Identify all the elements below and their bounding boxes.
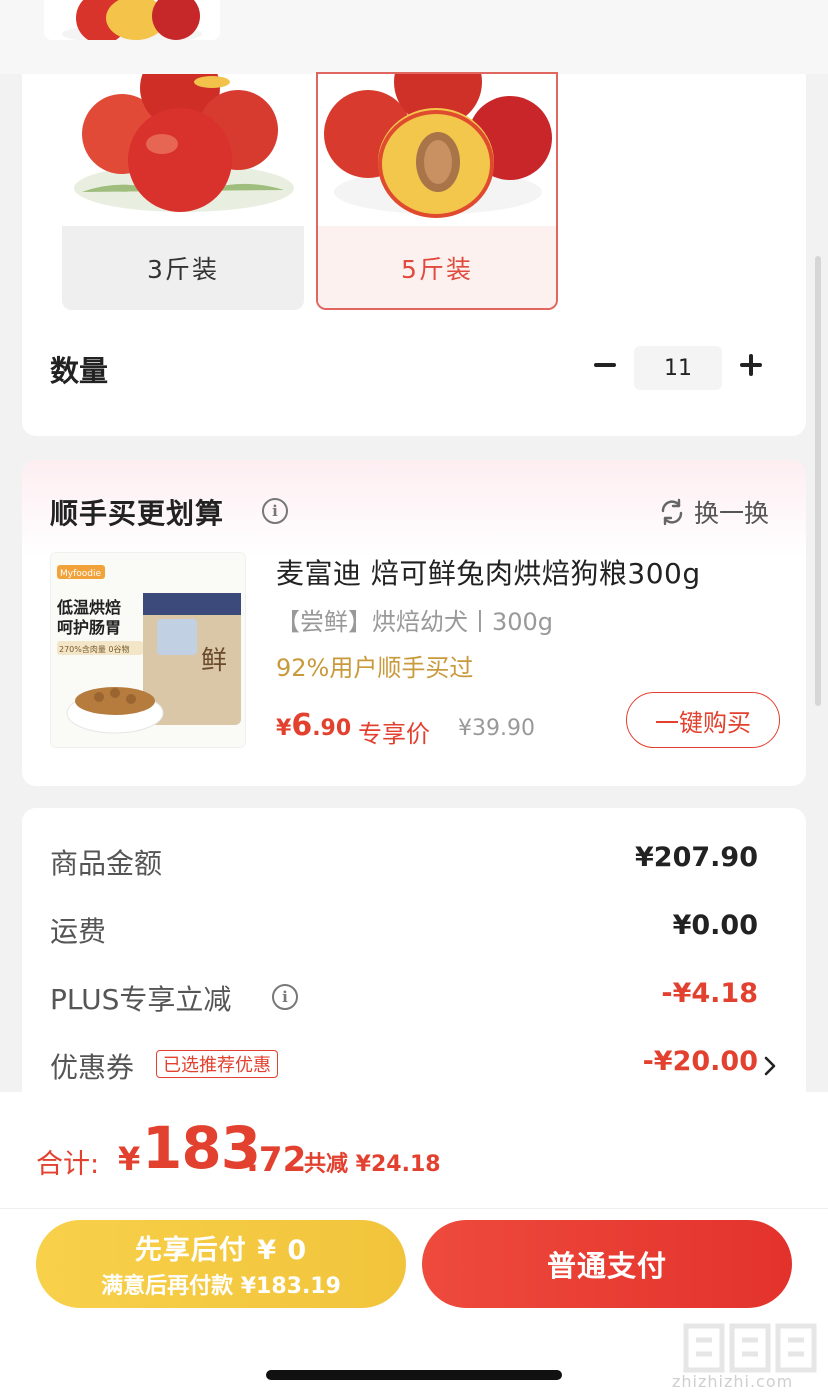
price-dec: .90	[312, 716, 352, 741]
addon-price: ¥6.90	[276, 708, 351, 743]
home-indicator	[266, 1370, 562, 1380]
product-thumbnail[interactable]	[44, 0, 220, 40]
scrollbar[interactable]	[815, 256, 821, 706]
dog-food-image[interactable]: 鲜 低温烘焙 呵护肠胃 270%含肉量 0谷物 Myfoodie	[50, 552, 246, 748]
summary-label: PLUS专享立减	[50, 983, 232, 1016]
image-line1: 低温烘焙	[56, 598, 121, 617]
info-icon[interactable]: i	[272, 984, 298, 1010]
pay-later-subtitle: 满意后再付款 ¥183.19	[101, 1274, 341, 1299]
image-badge: 270%含肉量 0谷物	[59, 644, 130, 654]
addon-title: 顺手买更划算	[50, 497, 225, 530]
image-line2: 呵护肠胃	[57, 618, 121, 637]
chevron-right-icon[interactable]	[762, 1052, 778, 1080]
swap-label: 换一换	[694, 499, 770, 528]
summary-value: ¥0.00	[672, 910, 758, 941]
summary-label: 运费	[50, 915, 107, 948]
price-int: 6	[291, 708, 313, 743]
divider	[0, 1208, 828, 1209]
top-bar	[0, 0, 828, 74]
nectarine-half-image	[318, 74, 556, 226]
summary-label: 商品金额	[50, 847, 163, 880]
addon-product-name[interactable]: 麦富迪 焙可鲜兔肉烘焙狗粮300g	[276, 552, 701, 592]
addon-card: 顺手买更划算 i 换一换 鲜 低温烘焙 呵护肠胃 270%含肉量 0谷物 Myf…	[22, 460, 806, 786]
total-dec: .72	[246, 1140, 307, 1180]
order-summary-card: 商品金额 ¥207.90 运费 ¥0.00 PLUS专享立减 i -¥4.18 …	[22, 808, 806, 1128]
total-savings: 共减 ¥24.18	[304, 1152, 441, 1177]
summary-value: -¥20.00	[642, 1046, 758, 1077]
addon-product-stat: 92%用户顺手买过	[276, 654, 474, 682]
summary-value: ¥207.90	[635, 842, 758, 873]
coupon-tag: 已选推荐优惠	[156, 1050, 278, 1078]
spec-option-label: 5斤装	[318, 226, 556, 308]
spec-card: 3斤装 5斤装 数量 11	[22, 72, 806, 436]
pay-later-button[interactable]: 先享后付 ¥ 0 满意后再付款 ¥183.19	[36, 1220, 406, 1308]
price-yen: ¥	[276, 716, 292, 741]
quantity-input[interactable]: 11	[634, 346, 722, 390]
nectarine-image	[62, 74, 304, 226]
spec-option-5jin[interactable]: 5斤装	[316, 72, 558, 310]
total-label: 合计:	[36, 1149, 100, 1180]
addon-price-tag: 专享价	[358, 720, 430, 748]
spec-option-3jin[interactable]: 3斤装	[62, 74, 304, 310]
addon-original-price: ¥39.90	[458, 716, 535, 741]
quantity-minus-button[interactable]	[590, 350, 620, 380]
summary-value: -¥4.18	[661, 978, 758, 1009]
image-brand: Myfoodie	[60, 569, 101, 579]
total-yen: ¥	[118, 1140, 141, 1178]
addon-product-spec: 【尝鲜】烘焙幼犬丨300g	[276, 608, 554, 636]
summary-row-plus: PLUS专享立减 i -¥4.18	[50, 978, 758, 1018]
quantity-label: 数量	[50, 354, 109, 388]
total-int: 183	[142, 1114, 261, 1182]
summary-label: 优惠券	[50, 1051, 135, 1084]
pay-later-title: 先享后付 ¥ 0	[134, 1235, 308, 1266]
info-icon[interactable]: i	[262, 498, 288, 524]
refresh-icon	[661, 498, 683, 526]
summary-row-shipping: 运费 ¥0.00	[50, 910, 758, 950]
pay-button[interactable]: 普通支付	[422, 1220, 792, 1308]
summary-row-goods: 商品金额 ¥207.90	[50, 842, 758, 882]
spec-option-label: 3斤装	[62, 226, 304, 310]
summary-row-coupon[interactable]: 优惠券 已选推荐优惠 -¥20.00	[50, 1046, 758, 1086]
swap-button[interactable]: 换一换	[658, 494, 769, 530]
watermark-text: zhizhizhi.com	[672, 1372, 794, 1391]
quantity-plus-button[interactable]	[736, 350, 766, 380]
one-click-buy-button[interactable]: 一键购买	[626, 692, 780, 748]
bag-char: 鲜	[201, 646, 227, 676]
